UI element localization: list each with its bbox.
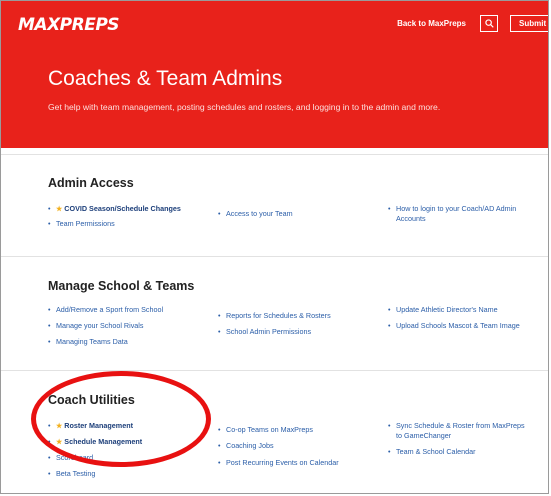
maxpreps-logo[interactable]: MAXPREPS <box>18 15 120 35</box>
top-nav: Back to MaxPreps Submit a re <box>397 15 548 32</box>
bullet-icon: • <box>48 321 51 330</box>
bullet-icon: • <box>388 447 391 456</box>
article-link[interactable]: • Managing Teams Data <box>48 337 198 347</box>
article-link[interactable]: • Team Permissions <box>48 219 198 229</box>
star-icon: ★ <box>56 439 63 446</box>
search-button[interactable] <box>480 15 498 32</box>
page-frame: MAXPREPS Back to MaxPreps Submit a re Co… <box>0 0 549 494</box>
article-link[interactable]: • Access to your Team <box>218 209 378 219</box>
star-icon: ★ <box>56 423 63 430</box>
divider <box>1 154 548 155</box>
divider <box>1 256 548 257</box>
hero-banner: MAXPREPS Back to MaxPreps Submit a re Co… <box>1 1 548 148</box>
article-link[interactable]: • Co-op Teams on MaxPreps <box>218 425 378 435</box>
page-subtitle: Get help with team management, posting s… <box>48 102 441 112</box>
bullet-icon: • <box>388 305 391 314</box>
article-link[interactable]: • Post Recurring Events on Calendar <box>218 458 378 468</box>
bullet-icon: • <box>388 321 391 330</box>
article-link[interactable]: • Manage your School Rivals <box>48 321 198 331</box>
submit-request-button[interactable]: Submit a re <box>510 15 548 32</box>
search-icon <box>484 19 494 28</box>
back-to-maxpreps-link[interactable]: Back to MaxPreps <box>397 19 466 28</box>
article-link[interactable]: • School Admin Permissions <box>218 327 378 337</box>
bullet-icon: • <box>218 327 221 336</box>
article-link[interactable]: • Reports for Schedules & Rosters <box>218 311 378 321</box>
bullet-icon: • <box>48 421 51 430</box>
bullet-icon: • <box>218 441 221 450</box>
section-title-manage-school: Manage School & Teams <box>48 279 195 293</box>
bullet-icon: • <box>218 311 221 320</box>
article-link[interactable]: • ★ Schedule Management <box>48 437 198 448</box>
article-link[interactable]: • Upload Schools Mascot & Team Image <box>388 321 528 331</box>
article-link[interactable]: • ★ COVID Season/Schedule Changes <box>48 204 198 215</box>
article-link[interactable]: • Update Athletic Director's Name <box>388 305 528 315</box>
article-link[interactable]: • Scoreboard <box>48 453 198 463</box>
article-link[interactable]: • ★ Roster Management <box>48 421 198 432</box>
bullet-icon: • <box>48 469 51 478</box>
bullet-icon: • <box>48 337 51 346</box>
bullet-icon: • <box>388 421 391 430</box>
section-title-admin-access: Admin Access <box>48 176 134 190</box>
bullet-icon: • <box>218 425 221 434</box>
article-link[interactable]: • Team & School Calendar <box>388 447 528 457</box>
article-link[interactable]: • Add/Remove a Sport from School <box>48 305 198 315</box>
section-title-coach-utilities: Coach Utilities <box>48 393 135 407</box>
bullet-icon: • <box>48 437 51 446</box>
divider <box>1 370 548 371</box>
star-icon: ★ <box>56 206 63 213</box>
bullet-icon: • <box>48 219 51 228</box>
bullet-icon: • <box>388 204 391 213</box>
article-link[interactable]: • Sync Schedule & Roster from MaxPreps to… <box>388 421 528 441</box>
bullet-icon: • <box>218 458 221 467</box>
bullet-icon: • <box>48 204 51 213</box>
bullet-icon: • <box>48 305 51 314</box>
page-title: Coaches & Team Admins <box>48 67 283 90</box>
article-link[interactable]: • How to login to your Coach/AD Admin Acc… <box>388 204 528 224</box>
article-link[interactable]: • Coaching Jobs <box>218 441 378 451</box>
bullet-icon: • <box>218 209 221 218</box>
bullet-icon: • <box>48 453 51 462</box>
article-link[interactable]: • Beta Testing <box>48 469 198 479</box>
